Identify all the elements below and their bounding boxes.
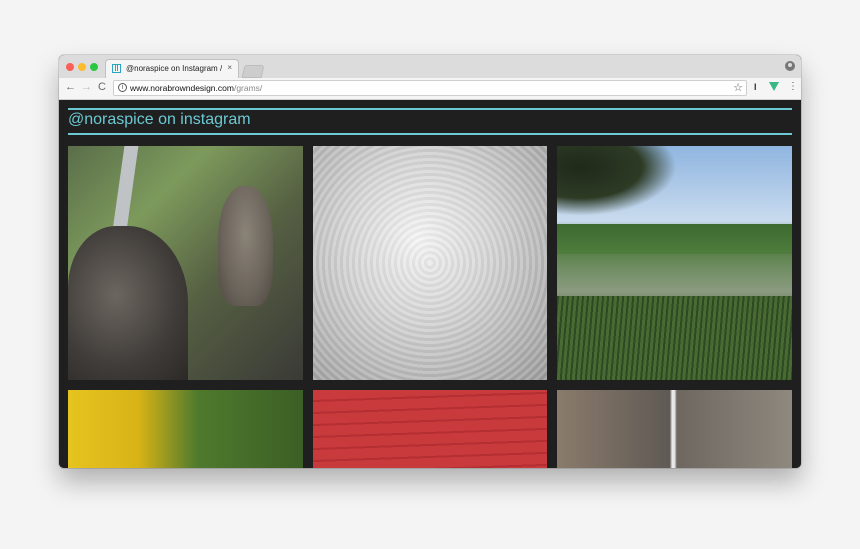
bookmark-star-icon[interactable]: ☆ [733, 81, 743, 94]
new-tab-button[interactable] [241, 65, 265, 78]
squirrel-figure [218, 186, 273, 306]
cat-diptych-photo[interactable] [557, 390, 792, 468]
heading-rule-top [68, 108, 792, 110]
address-bar[interactable]: i www.norabrowndesign.com/grams/ ☆ [113, 80, 747, 96]
toolbar: ← → C i www.norabrowndesign.com/grams/ ☆… [59, 78, 801, 100]
cat-figure [68, 226, 188, 380]
heading-rule-bottom [68, 133, 792, 135]
red-wood-photo[interactable] [313, 390, 547, 468]
forward-button[interactable]: → [81, 81, 92, 93]
pine-branch [557, 146, 677, 216]
active-tab[interactable]: @noraspice on Instagram // Nora × [105, 59, 239, 79]
tab-close-icon[interactable]: × [227, 63, 232, 72]
cat-and-squirrel-photo[interactable] [68, 146, 303, 380]
marsh-landscape-photo[interactable] [557, 146, 792, 380]
favicon-icon [112, 64, 121, 73]
extension-icon[interactable]: I [754, 82, 757, 92]
back-button[interactable]: ← [65, 81, 76, 93]
maximize-window-button[interactable] [90, 63, 98, 71]
grass [557, 296, 792, 380]
page-content: @noraspice on instagram [59, 100, 801, 468]
cloud-texture [313, 146, 547, 380]
page-title: @noraspice on instagram [68, 111, 251, 128]
clouds-photo[interactable] [313, 146, 547, 380]
site-info-icon[interactable]: i [118, 83, 127, 92]
treeline [557, 224, 792, 254]
vue-devtools-icon[interactable] [769, 82, 779, 91]
url-text: www.norabrowndesign.com/grams/ [130, 83, 262, 93]
profile-icon[interactable] [785, 61, 795, 71]
close-window-button[interactable] [66, 63, 74, 71]
reload-button[interactable]: C [98, 81, 106, 93]
url-path: /grams/ [233, 83, 263, 93]
tab-title: @noraspice on Instagram // Nora [126, 64, 222, 73]
yellow-flowers-photo[interactable] [68, 390, 303, 468]
browser-menu-icon[interactable]: ⋮ [788, 81, 798, 92]
tab-bar: @noraspice on Instagram // Nora × [59, 55, 801, 79]
minimize-window-button[interactable] [78, 63, 86, 71]
browser-window: @noraspice on Instagram // Nora × ← → C … [59, 55, 801, 468]
url-host: www.norabrowndesign.com [130, 83, 234, 93]
